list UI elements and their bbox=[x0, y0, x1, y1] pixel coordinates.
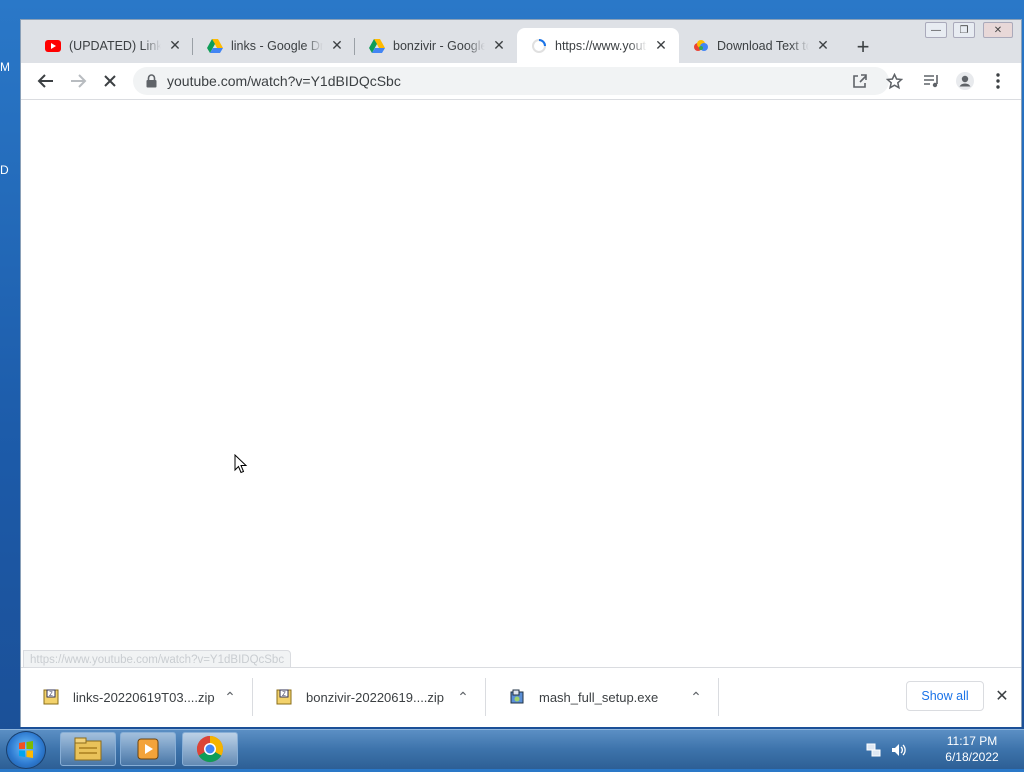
tab-title: https://www.youtube.com bbox=[555, 38, 647, 53]
profile-button[interactable] bbox=[952, 68, 978, 94]
divider bbox=[718, 678, 719, 716]
loading-spinner-icon bbox=[531, 38, 547, 54]
zip-file-icon: Z bbox=[276, 689, 292, 705]
chevron-up-icon[interactable]: ⌃ bbox=[687, 689, 705, 706]
account-icon bbox=[956, 72, 974, 90]
clock-date: 6/18/2022 bbox=[945, 750, 999, 764]
start-button[interactable] bbox=[6, 731, 46, 769]
show-all-downloads-button[interactable]: Show all bbox=[906, 681, 984, 711]
download-filename: links-20220619T03....zip bbox=[73, 689, 215, 705]
close-tab-icon[interactable]: ✕ bbox=[327, 36, 347, 56]
media-player-icon bbox=[137, 738, 159, 760]
network-icon[interactable] bbox=[866, 742, 882, 758]
chevron-up-icon[interactable]: ⌃ bbox=[454, 689, 472, 706]
chrome-icon bbox=[196, 735, 224, 763]
arrow-right-icon bbox=[71, 74, 87, 88]
tab-youtube-loading[interactable]: https://www.youtube.com ✕ bbox=[517, 28, 679, 63]
close-window-button[interactable]: ✕ bbox=[983, 22, 1013, 38]
close-tab-icon[interactable]: ✕ bbox=[813, 36, 833, 56]
star-icon bbox=[885, 72, 903, 89]
download-shelf: Z links-20220619T03....zip ⌃ Z bonzivir-… bbox=[21, 667, 1021, 727]
tab-title: links - Google Drive bbox=[231, 38, 323, 53]
restore-button[interactable]: ❐ bbox=[953, 22, 975, 38]
installer-file-icon bbox=[510, 689, 524, 704]
divider bbox=[252, 678, 253, 716]
forward-button[interactable] bbox=[65, 68, 91, 94]
tab-title: bonzivir - Google Drive bbox=[393, 38, 485, 53]
close-tab-icon[interactable]: ✕ bbox=[651, 36, 671, 56]
bookmark-button[interactable] bbox=[881, 68, 907, 94]
url-text[interactable]: youtube.com/watch?v=Y1dBIDQcSbc bbox=[167, 73, 401, 89]
windows-logo-icon bbox=[19, 741, 33, 758]
lock-icon[interactable] bbox=[143, 73, 159, 89]
tab-download-text[interactable]: Download Text to ✕ bbox=[679, 28, 841, 63]
new-tab-button[interactable]: + bbox=[851, 34, 875, 59]
tab-links-drive[interactable]: links - Google Drive ✕ bbox=[193, 28, 355, 63]
media-control-button[interactable] bbox=[919, 68, 945, 94]
svg-text:Z: Z bbox=[282, 692, 286, 698]
colorful-app-icon bbox=[693, 38, 709, 54]
arrow-left-icon bbox=[37, 74, 53, 88]
zip-file-icon: Z bbox=[43, 689, 59, 705]
youtube-icon bbox=[45, 38, 61, 54]
chrome-window: — ❐ ✕ (UPDATED) LinksKY ✕ links - Google… bbox=[20, 19, 1022, 727]
file-explorer-icon bbox=[74, 737, 102, 761]
tab-title: Download Text to bbox=[717, 38, 809, 53]
playlist-music-icon bbox=[924, 75, 938, 88]
system-clock[interactable]: 11:17 PM 6/18/2022 bbox=[930, 733, 1014, 765]
minimize-button[interactable]: — bbox=[925, 22, 947, 38]
more-vertical-icon bbox=[996, 73, 1000, 89]
svg-text:Z: Z bbox=[49, 692, 53, 698]
desktop-icon-label: M bbox=[0, 60, 10, 74]
tab-strip: — ❐ ✕ (UPDATED) LinksKY ✕ links - Google… bbox=[21, 20, 1021, 63]
share-icon bbox=[853, 74, 867, 88]
desktop-icon-label: D bbox=[0, 163, 9, 177]
taskbar-file-explorer[interactable] bbox=[60, 732, 116, 766]
menu-button[interactable] bbox=[985, 68, 1011, 94]
back-button[interactable] bbox=[33, 68, 59, 94]
close-download-shelf-button[interactable]: ✕ bbox=[991, 685, 1013, 707]
tab-title: (UPDATED) LinksKY bbox=[69, 38, 161, 53]
google-drive-icon bbox=[369, 38, 385, 54]
taskbar-chrome[interactable] bbox=[182, 732, 238, 766]
google-drive-icon bbox=[207, 38, 223, 54]
share-button[interactable] bbox=[847, 68, 873, 94]
divider bbox=[485, 678, 486, 716]
toolbar: youtube.com/watch?v=Y1dBIDQcSbc bbox=[21, 63, 1021, 100]
stop-loading-button[interactable] bbox=[97, 68, 123, 94]
stop-x-icon bbox=[104, 75, 116, 87]
address-bar[interactable]: youtube.com/watch?v=Y1dBIDQcSbc bbox=[133, 67, 889, 95]
chevron-up-icon[interactable]: ⌃ bbox=[221, 689, 239, 706]
download-item[interactable]: Z bonzivir-20220619....zip ⌃ bbox=[254, 668, 486, 726]
mouse-cursor-icon bbox=[234, 454, 248, 474]
tab-youtube-updated[interactable]: (UPDATED) LinksKY ✕ bbox=[31, 28, 193, 63]
tab-bonzivir-drive[interactable]: bonzivir - Google Drive ✕ bbox=[355, 28, 517, 63]
page-content[interactable] bbox=[21, 100, 1021, 667]
download-filename: bonzivir-20220619....zip bbox=[306, 689, 445, 705]
taskbar-media-player[interactable] bbox=[120, 732, 176, 766]
download-item[interactable]: Z links-20220619T03....zip ⌃ bbox=[21, 668, 253, 726]
close-tab-icon[interactable]: ✕ bbox=[165, 36, 185, 56]
clock-time: 11:17 PM bbox=[946, 734, 998, 748]
close-tab-icon[interactable]: ✕ bbox=[489, 36, 509, 56]
download-item[interactable]: mash_full_setup.exe ⌃ bbox=[487, 668, 719, 726]
volume-icon[interactable] bbox=[890, 742, 906, 758]
taskbar: 11:17 PM 6/18/2022 bbox=[0, 729, 1024, 769]
download-filename: mash_full_setup.exe bbox=[539, 689, 659, 705]
